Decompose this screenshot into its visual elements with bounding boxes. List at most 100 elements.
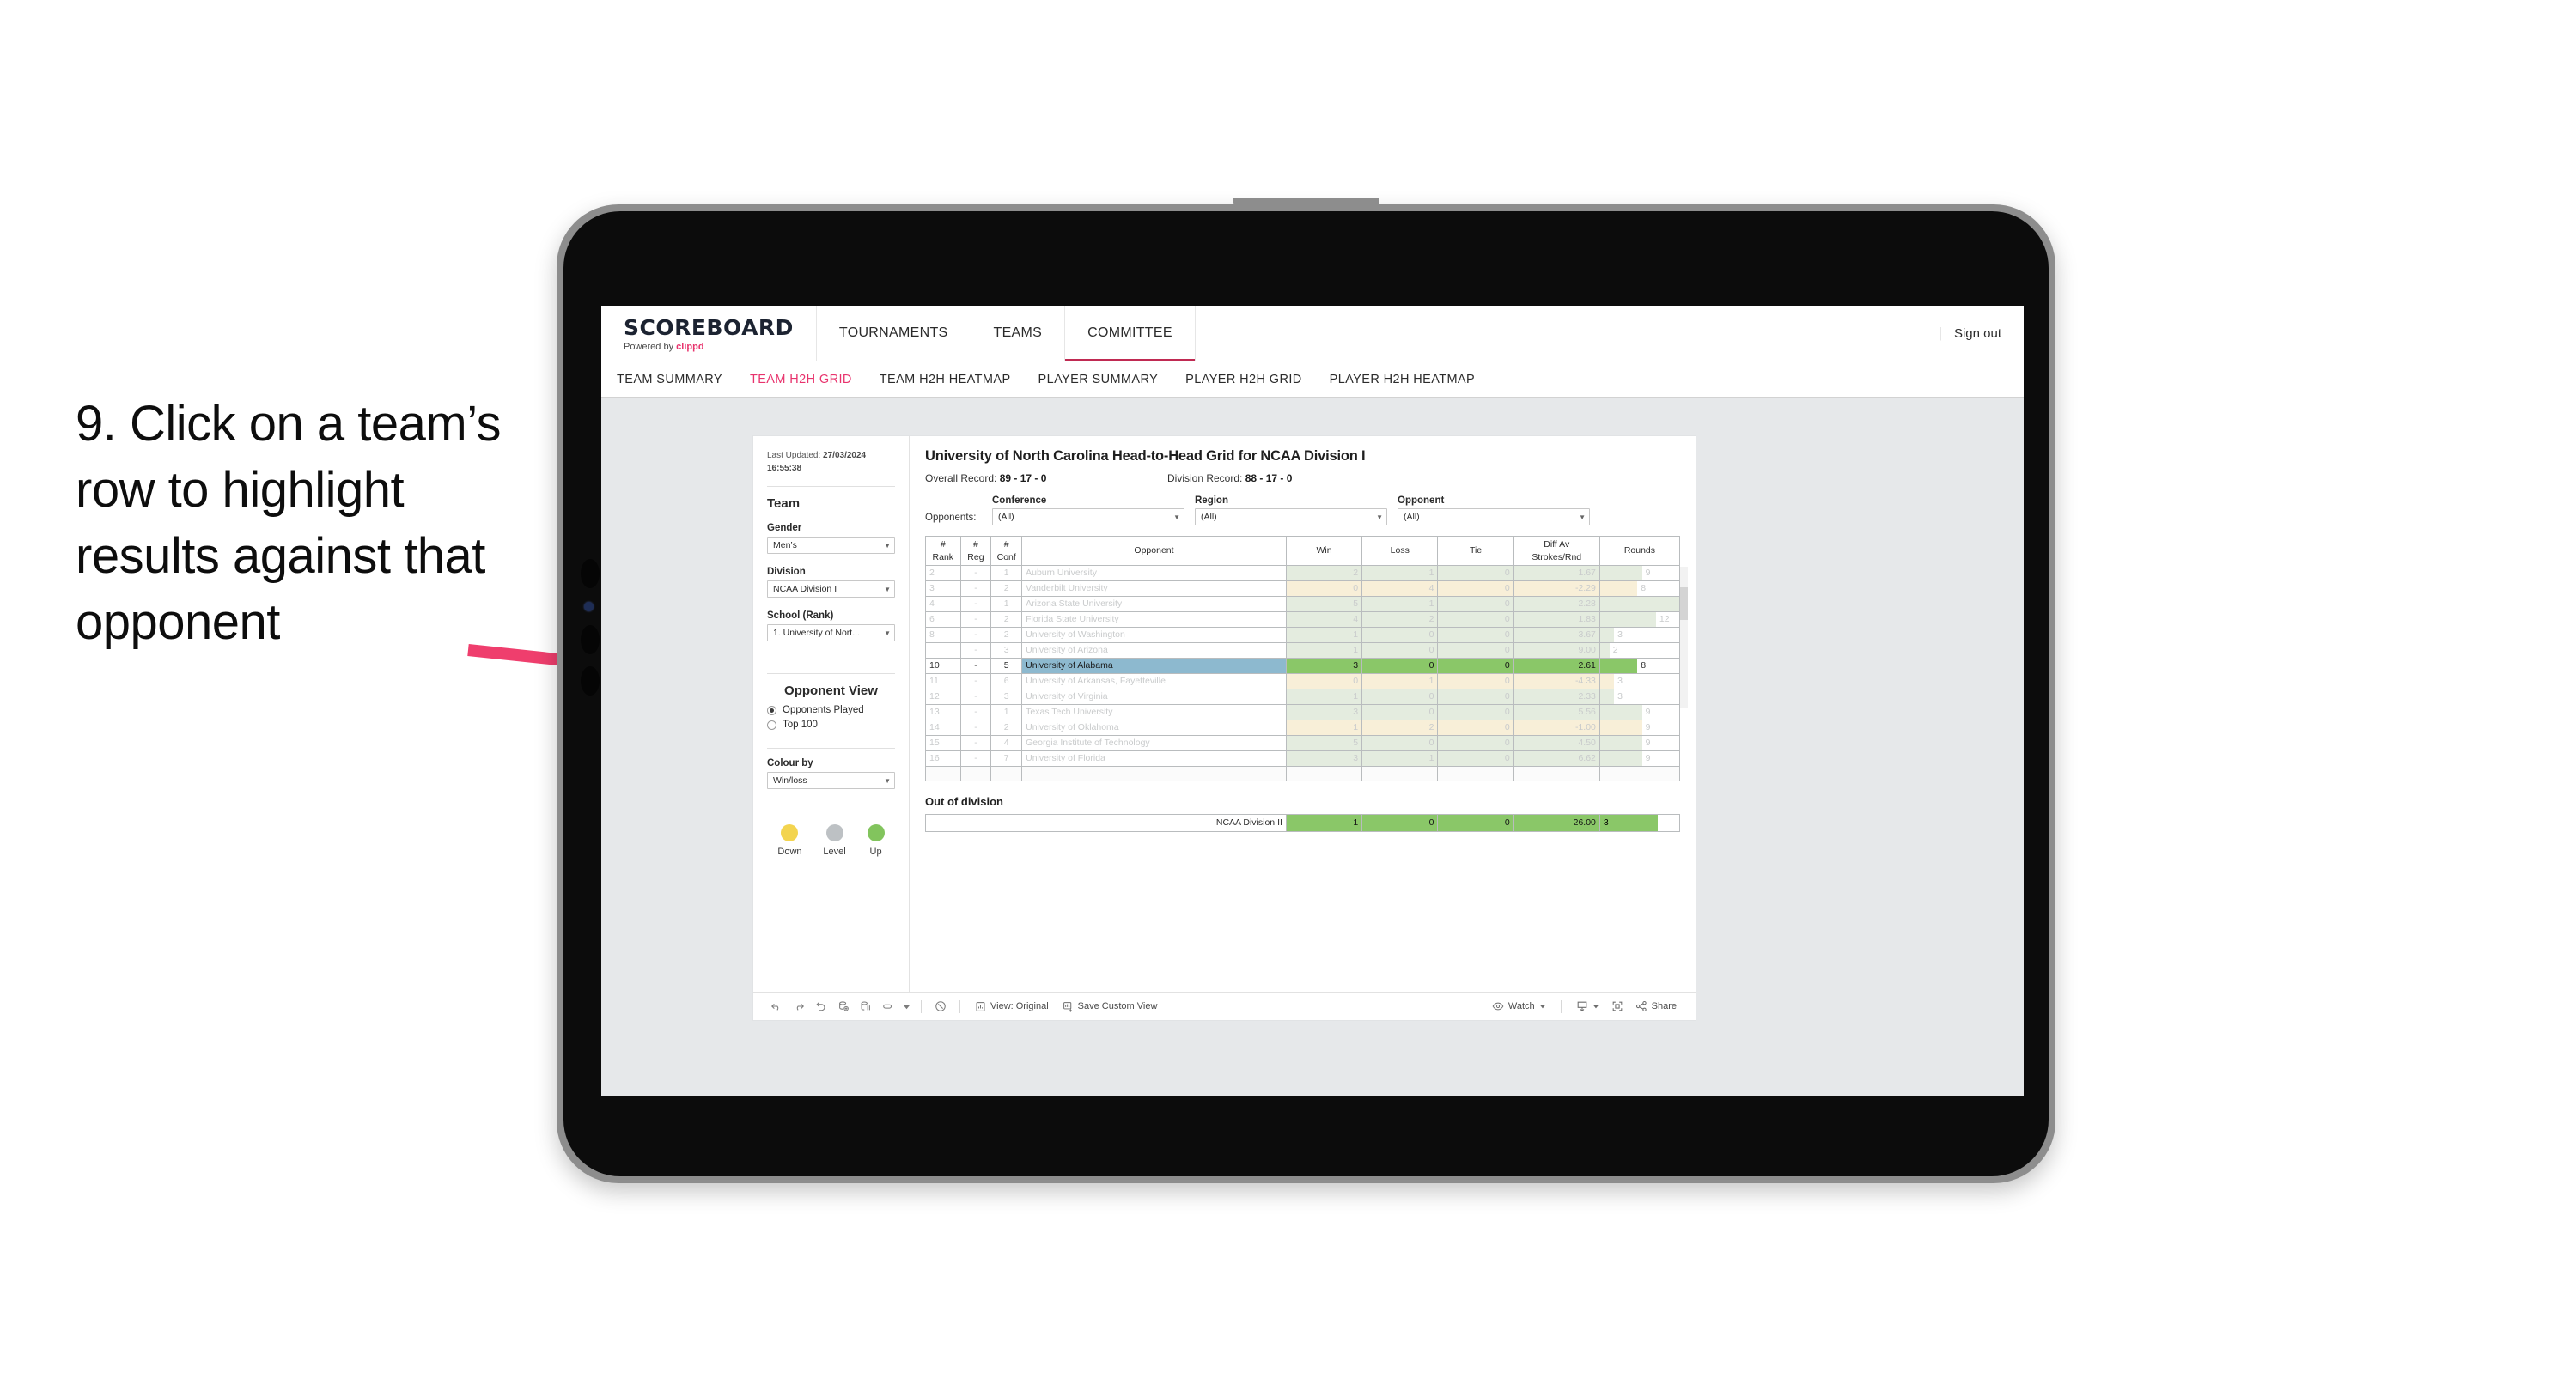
- save-custom-view-button[interactable]: Save Custom View: [1056, 1001, 1165, 1012]
- cell-win: 1: [1285, 627, 1363, 643]
- out-of-division-heading: Out of division: [925, 795, 1003, 808]
- scrollbar-thumb[interactable]: [1680, 587, 1688, 620]
- sign-out-link[interactable]: Sign out: [1954, 326, 2001, 341]
- cell-conf: 6: [990, 673, 1023, 689]
- team-section-heading: Team: [767, 496, 801, 511]
- school-select[interactable]: 1. University of Nort... ▼: [767, 624, 895, 641]
- nav-tournaments[interactable]: TOURNAMENTS: [817, 306, 971, 361]
- cell-diff: 2.61: [1513, 658, 1600, 674]
- division-record-label: Division Record:: [1167, 472, 1243, 484]
- radio-opponents-played[interactable]: Opponents Played: [767, 705, 895, 715]
- cell-rank: 2: [925, 565, 961, 581]
- table-row[interactable]: 8-2 University of Washington 1 0 0 3.67 3: [925, 627, 1681, 643]
- subnav-player-h2h-heatmap[interactable]: PLAYER H2H HEATMAP: [1330, 373, 1475, 386]
- download-button[interactable]: [1569, 1000, 1606, 1012]
- grid-head: # Rank # Reg # Conf Opponent Win Loss Tie: [925, 536, 1681, 566]
- tablet-top-notch: [1233, 198, 1379, 210]
- cell-win: 3: [1285, 704, 1363, 720]
- nav-teams[interactable]: TEAMS: [971, 306, 1066, 361]
- refresh-icon[interactable]: [832, 997, 855, 1016]
- cell-reg: -: [959, 580, 992, 597]
- rounds-bar: [1600, 720, 1642, 735]
- col-reg-l1: #: [973, 538, 978, 550]
- subnav-player-summary[interactable]: PLAYER SUMMARY: [1038, 373, 1159, 386]
- cell-rounds: 9: [1599, 735, 1681, 751]
- cell-reg: -: [959, 642, 992, 659]
- conference-filter: Conference (All) ▼: [992, 495, 1184, 525]
- conference-select[interactable]: (All) ▼: [992, 508, 1184, 525]
- redo-icon[interactable]: [788, 997, 810, 1016]
- cell-rounds: 2: [1599, 642, 1681, 659]
- subnav-team-summary[interactable]: TEAM SUMMARY: [617, 373, 722, 386]
- viz-container: Last Updated: 27/03/2024 16:55:38 Team G…: [753, 436, 1696, 1020]
- share-button[interactable]: Share: [1629, 1000, 1684, 1012]
- fullscreen-icon[interactable]: [1606, 997, 1629, 1016]
- table-row[interactable]: 16-7 University of Florida 3 1 0 6.62 9: [925, 750, 1681, 767]
- table-row[interactable]: 3-2 Vanderbilt University 0 4 0 -2.29 8: [925, 580, 1681, 597]
- out-of-division-row[interactable]: NCAA Division II 1 0 0 26.00 3: [925, 814, 1681, 832]
- view-original-button[interactable]: View: Original: [968, 1001, 1056, 1012]
- col-rounds[interactable]: Rounds: [1599, 536, 1681, 566]
- legend-up: Up: [867, 824, 885, 857]
- gender-label: Gender: [767, 523, 802, 533]
- rounds-value: 12: [1659, 614, 1670, 624]
- subnav-team-h2h-heatmap[interactable]: TEAM H2H HEATMAP: [880, 373, 1011, 386]
- blank-cell: [1599, 766, 1681, 781]
- header-divider: |: [1938, 325, 1942, 341]
- revert-icon[interactable]: [810, 997, 832, 1016]
- cell-opponent: Vanderbilt University: [1021, 580, 1287, 597]
- pause-icon[interactable]: [855, 997, 877, 1016]
- colour-by-select[interactable]: Win/loss ▼: [767, 772, 895, 789]
- blank-cell: [1437, 766, 1514, 781]
- cell-rank: 3: [925, 580, 961, 597]
- radio-opponents-played-label: Opponents Played: [783, 705, 864, 715]
- cell-conf: 2: [990, 611, 1023, 628]
- tablet-screen: SCOREBOARD Powered by clippd TOURNAMENTS…: [601, 306, 2024, 1096]
- cell-reg: -: [959, 704, 992, 720]
- subnav-team-h2h-grid[interactable]: TEAM H2H GRID: [750, 373, 852, 386]
- pause-auto-updates-icon[interactable]: [877, 997, 899, 1016]
- col-loss[interactable]: Loss: [1361, 536, 1439, 566]
- cell-win: 0: [1285, 673, 1363, 689]
- table-row[interactable]: 2-1 Auburn University 2 1 0 1.67 9: [925, 565, 1681, 581]
- division-select[interactable]: NCAA Division I ▼: [767, 580, 895, 598]
- alerts-icon[interactable]: [929, 997, 952, 1016]
- col-diff[interactable]: Diff Av Strokes/Rnd: [1513, 536, 1600, 566]
- watch-button[interactable]: Watch: [1485, 1000, 1553, 1012]
- table-row[interactable]: 6-2 Florida State University 4 2 0 1.83 12: [925, 611, 1681, 628]
- col-tie[interactable]: Tie: [1437, 536, 1514, 566]
- overall-record-label: Overall Record:: [925, 472, 997, 484]
- col-reg[interactable]: # Reg: [959, 536, 992, 566]
- table-row[interactable]: 13-1 Texas Tech University 3 0 0 5.56 9: [925, 704, 1681, 720]
- toolbar-more-caret-icon[interactable]: [899, 997, 913, 1016]
- ood-rounds: 3: [1599, 814, 1681, 832]
- table-row[interactable]: 11-6 University of Arkansas, Fayetteville…: [925, 673, 1681, 689]
- cell-opponent: University of Virginia: [1021, 689, 1287, 705]
- cell-diff: 1.83: [1513, 611, 1600, 628]
- table-row[interactable]: 4-1Arizona State University5102.2817: [925, 596, 1681, 612]
- table-row[interactable]: 10-5 University of Alabama 3 0 0 2.61 8: [925, 658, 1681, 674]
- view-original-label: View: Original: [990, 1001, 1049, 1011]
- subnav-player-h2h-grid[interactable]: PLAYER H2H GRID: [1185, 373, 1301, 386]
- table-row[interactable]: 12-3 University of Virginia 1 0 0 2.33 3: [925, 689, 1681, 705]
- grid-vertical-scrollbar[interactable]: [1680, 567, 1688, 708]
- table-row[interactable]: 14-2 University of Oklahoma 1 2 0 -1.00 9: [925, 720, 1681, 736]
- gender-select[interactable]: Men’s ▼: [767, 537, 895, 554]
- radio-top-100[interactable]: Top 100: [767, 720, 895, 730]
- undo-icon[interactable]: [765, 997, 788, 1016]
- table-row[interactable]: -3 University of Arizona 1 0 0 9.00 2: [925, 642, 1681, 659]
- opponent-select[interactable]: (All) ▼: [1398, 508, 1590, 525]
- col-win[interactable]: Win: [1285, 536, 1363, 566]
- brand-sub-prefix: Powered by: [624, 341, 677, 352]
- col-conf[interactable]: # Conf: [990, 536, 1023, 566]
- col-opponent[interactable]: Opponent: [1021, 536, 1287, 566]
- col-rank[interactable]: # Rank: [925, 536, 961, 566]
- region-select[interactable]: (All) ▼: [1195, 508, 1387, 525]
- legend-level-swatch-icon: [825, 824, 843, 841]
- conference-value: (All): [998, 512, 1014, 522]
- cell-rank: [925, 642, 961, 659]
- opponent-view-heading: Opponent View: [784, 683, 878, 698]
- rounds-value: 8: [1641, 583, 1647, 593]
- nav-committee[interactable]: COMMITTEE: [1065, 306, 1196, 361]
- table-row[interactable]: 15-4 Georgia Institute of Technology 5 0 0 4.…: [925, 735, 1681, 751]
